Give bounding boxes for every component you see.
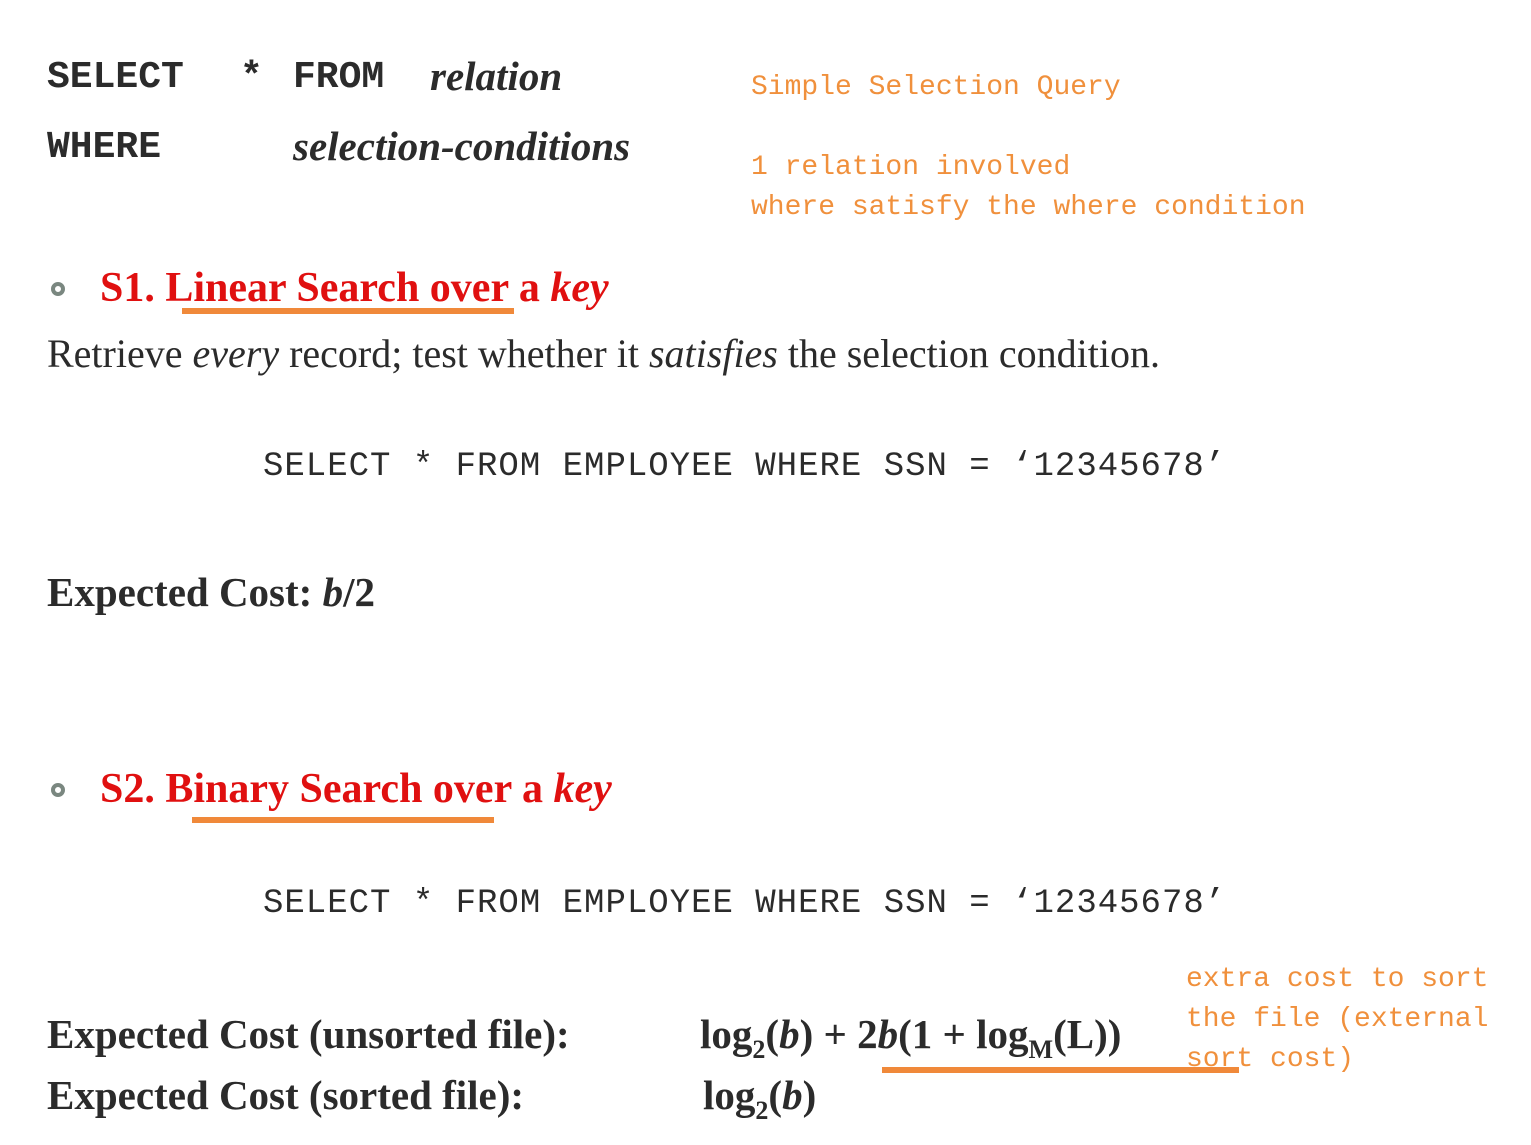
s1-code: SELECT * FROM EMPLOYEE WHERE SSN = ‘1234… [263, 448, 1227, 486]
s1-cost-rest: /2 [343, 569, 375, 615]
note-title: Simple Selection Query [751, 72, 1121, 103]
s1-desc-c: the selection condition. [777, 331, 1161, 376]
s2-cost-unsorted-formula: log2(b) + 2b(1 + logM(L)) [700, 1011, 1122, 1064]
s2-heading: S2. Binary Search over a key [100, 765, 612, 813]
select-keyword: SELECT [47, 56, 184, 99]
s1-number: S1. [100, 265, 155, 311]
relation-placeholder: relation [430, 53, 563, 99]
s2-cost-sorted-label: Expected Cost (sorted file): [47, 1072, 525, 1118]
s2-code: SELECT * FROM EMPLOYEE WHERE SSN = ‘1234… [263, 885, 1227, 923]
s1-cost: Expected Cost: b/2 [47, 568, 375, 616]
s2-key: key [553, 766, 612, 812]
where-keyword: WHERE [47, 126, 162, 169]
s2-number: S2. [100, 766, 155, 812]
s2-cost-sorted-formula: log2(b) [703, 1072, 817, 1125]
from-keyword: FROM [293, 56, 385, 99]
s1-desc-satisfies: satisfies [648, 331, 778, 376]
s2-cost-sorted: Expected Cost (sorted file): [47, 1071, 524, 1119]
conditions-placeholder: selection-conditions [293, 123, 631, 169]
note-line1: 1 relation involved [751, 152, 1071, 183]
s2-underline [192, 817, 494, 823]
s1-heading: S1. Linear Search over a key [100, 264, 609, 312]
s1-desc-a: Retrieve [47, 331, 193, 376]
s1-key: key [550, 265, 609, 311]
s2-cost-unsorted-label: Expected Cost (unsorted file): [47, 1011, 570, 1057]
star-symbol: * [240, 56, 263, 99]
s1-cost-label: Expected Cost: [47, 569, 313, 615]
s2-cost-unsorted: Expected Cost (unsorted file): [47, 1010, 570, 1058]
bullet-s1-icon [51, 282, 65, 296]
s1-desc-b: record; test whether it [279, 331, 649, 376]
bullet-s2-icon [51, 783, 65, 797]
s2-note-1: extra cost to sort [1186, 964, 1489, 995]
s2-note-3: sort cost) [1186, 1044, 1355, 1075]
s2-title: Binary Search over a [165, 766, 543, 812]
s1-title: Linear Search over a [165, 265, 540, 311]
s1-cost-b: b [322, 569, 344, 615]
s1-underline [182, 308, 514, 314]
s2-note-2: the file (external [1186, 1004, 1489, 1035]
s1-desc-every: every [192, 331, 280, 376]
s1-description: Retrieve every record; test whether it s… [47, 330, 1160, 377]
note-line2: where satisfy the where condition [751, 192, 1306, 223]
